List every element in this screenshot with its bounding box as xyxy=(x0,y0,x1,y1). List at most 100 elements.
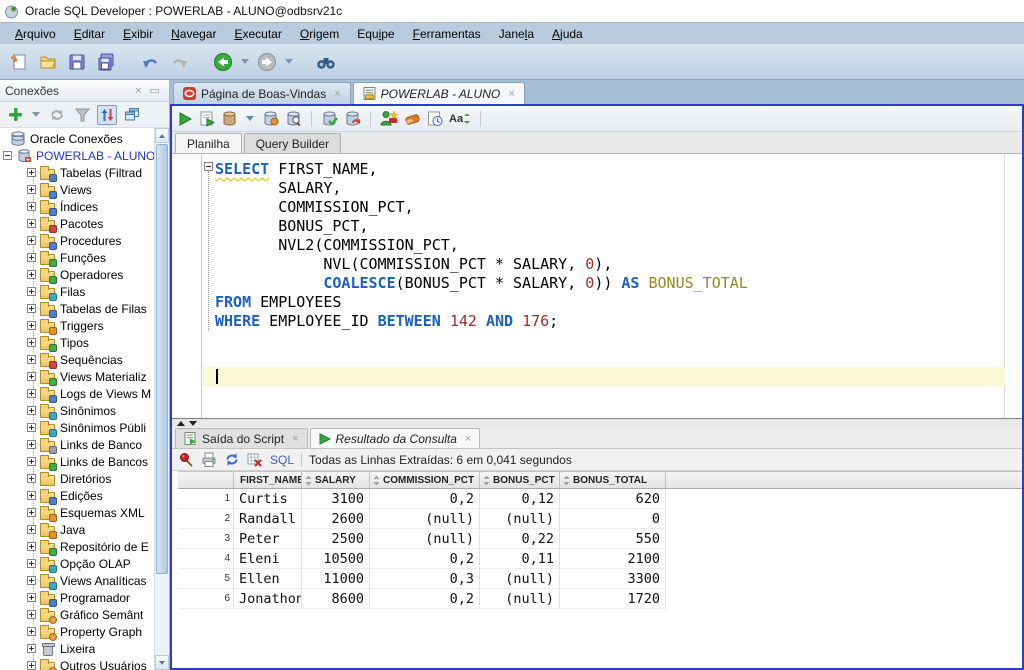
tree-item[interactable]: Outros Usuários xyxy=(0,657,154,670)
tab-query-builder[interactable]: Query Builder xyxy=(244,133,341,153)
expand-icon[interactable] xyxy=(27,508,36,517)
tree-item[interactable]: Diretórios xyxy=(0,470,154,487)
tree-item[interactable]: Sinônimos Públi xyxy=(0,419,154,436)
tree-item[interactable]: Tipos xyxy=(0,334,154,351)
tree-item[interactable]: Edições xyxy=(0,487,154,504)
tree-item[interactable]: Pacotes xyxy=(0,215,154,232)
menu-item[interactable]: Ferramentas xyxy=(404,25,490,43)
redo-button[interactable] xyxy=(166,49,192,75)
menu-item[interactable]: Janela xyxy=(490,25,543,43)
table-row[interactable]: 5 Ellen 11000 0,3 (null) 3300 xyxy=(178,569,1022,589)
back-dropdown-arrow-icon[interactable] xyxy=(241,59,249,64)
sql-find-button[interactable] xyxy=(285,109,302,129)
code-lines[interactable]: SELECT FIRST_NAME, SALARY, COMMISSION_PC… xyxy=(215,154,1022,418)
tree-item-connection[interactable]: POWERLAB - ALUNO xyxy=(0,147,154,164)
tree-item[interactable]: Links de Bancos xyxy=(0,453,154,470)
expand-icon[interactable] xyxy=(27,202,36,211)
tree-item[interactable]: Programador xyxy=(0,589,154,606)
expand-icon[interactable] xyxy=(27,355,36,364)
scroll-up-icon[interactable] xyxy=(155,128,169,143)
expand-icon[interactable] xyxy=(27,542,36,551)
expand-icon[interactable] xyxy=(27,304,36,313)
expand-icon[interactable] xyxy=(27,491,36,500)
clear-button[interactable] xyxy=(404,109,421,129)
expand-icon[interactable] xyxy=(27,661,36,670)
column-header[interactable]: SALARY xyxy=(302,472,370,488)
tree-item[interactable]: Views Materializ xyxy=(0,368,154,385)
expand-icon[interactable] xyxy=(27,372,36,381)
fold-collapse-icon[interactable] xyxy=(204,162,213,171)
table-row[interactable]: 4 Eleni 10500 0,2 0,11 2100 xyxy=(178,549,1022,569)
splitter-down-icon[interactable] xyxy=(189,421,197,426)
tree-item[interactable]: Tabelas (Filtrad xyxy=(0,164,154,181)
expand-icon[interactable] xyxy=(27,593,36,602)
expand-icon[interactable] xyxy=(27,423,36,432)
sort-icon[interactable] xyxy=(563,475,570,486)
tree-scrollbar[interactable] xyxy=(154,128,169,670)
clone-connection-button[interactable] xyxy=(122,105,142,125)
expand-icon[interactable] xyxy=(27,338,36,347)
expand-icon[interactable] xyxy=(27,389,36,398)
menu-item[interactable]: Ajuda xyxy=(543,25,592,43)
tab-close-icon[interactable] xyxy=(465,433,471,445)
expand-icon[interactable] xyxy=(27,576,36,585)
refresh-grid-button[interactable] xyxy=(224,452,240,467)
expand-icon[interactable] xyxy=(27,406,36,415)
tab-powerlab-aluno[interactable]: POWERLAB - ALUNO xyxy=(353,82,525,104)
explain-plan-button[interactable] xyxy=(262,109,279,129)
menu-item[interactable]: Origem xyxy=(291,25,348,43)
refresh-connections-button[interactable] xyxy=(47,105,67,125)
expand-icon[interactable] xyxy=(27,440,36,449)
tree-item[interactable]: Views Analíticas xyxy=(0,572,154,589)
open-file-button[interactable] xyxy=(35,49,61,75)
tree-item[interactable]: Procedures xyxy=(0,232,154,249)
scrollbar-thumb[interactable] xyxy=(156,144,168,574)
tab-close-icon[interactable] xyxy=(508,88,514,100)
expand-icon[interactable] xyxy=(27,270,36,279)
expand-icon[interactable] xyxy=(27,185,36,194)
table-row[interactable]: 2 Randall 2600 (null) (null) 0 xyxy=(178,509,1022,529)
menu-item[interactable]: Editar xyxy=(65,25,114,43)
splitter-up-icon[interactable] xyxy=(177,421,185,426)
sort-icon[interactable] xyxy=(305,475,312,486)
tree-item[interactable]: Sinônimos xyxy=(0,402,154,419)
case-toggle-button[interactable]: Aa xyxy=(449,109,471,129)
monitor-button[interactable] xyxy=(427,109,443,129)
tree-item[interactable]: Java xyxy=(0,521,154,538)
run-script-button[interactable] xyxy=(199,109,215,129)
expand-icon[interactable] xyxy=(27,287,36,296)
tree-item[interactable]: Operadores xyxy=(0,266,154,283)
sql-link[interactable]: SQL xyxy=(270,453,294,467)
sort-connections-button[interactable] xyxy=(97,105,117,125)
column-header[interactable]: FIRST_NAME xyxy=(234,472,302,488)
back-button[interactable] xyxy=(210,49,236,75)
delete-grid-button[interactable] xyxy=(247,452,263,467)
menu-item[interactable]: Navegar xyxy=(162,25,225,43)
tree-item[interactable]: Sequências xyxy=(0,351,154,368)
tree-item[interactable]: Views xyxy=(0,181,154,198)
undo-button[interactable] xyxy=(137,49,163,75)
expand-icon[interactable] xyxy=(27,559,36,568)
commit-button[interactable] xyxy=(321,109,338,129)
sql-history-button[interactable] xyxy=(380,109,398,129)
expand-icon[interactable] xyxy=(27,644,36,653)
tree-item[interactable]: Índices xyxy=(0,198,154,215)
column-header[interactable]: BONUS_TOTAL xyxy=(560,472,666,488)
table-row[interactable]: 3 Peter 2500 (null) 0,22 550 xyxy=(178,529,1022,549)
save-button[interactable] xyxy=(64,49,90,75)
tree-item[interactable]: Gráfico Semânt xyxy=(0,606,154,623)
tab-planilha[interactable]: Planilha xyxy=(175,133,242,153)
tree-item-oracle-connections[interactable]: Oracle Conexões xyxy=(0,130,154,147)
tab-close-icon[interactable] xyxy=(292,433,298,445)
tree-item[interactable]: Esquemas XML xyxy=(0,504,154,521)
pin-button[interactable] xyxy=(179,452,194,467)
tab-query-result[interactable]: Resultado da Consulta xyxy=(310,428,481,448)
expand-icon[interactable] xyxy=(27,457,36,466)
collapse-icon[interactable] xyxy=(3,151,12,160)
print-button[interactable] xyxy=(201,452,217,467)
rollback-button[interactable] xyxy=(344,109,361,129)
forward-dropdown-arrow-icon[interactable] xyxy=(285,59,293,64)
menu-item[interactable]: Executar xyxy=(225,25,290,43)
add-connection-dropdown-icon[interactable] xyxy=(32,112,40,117)
scroll-down-icon[interactable] xyxy=(155,655,169,670)
